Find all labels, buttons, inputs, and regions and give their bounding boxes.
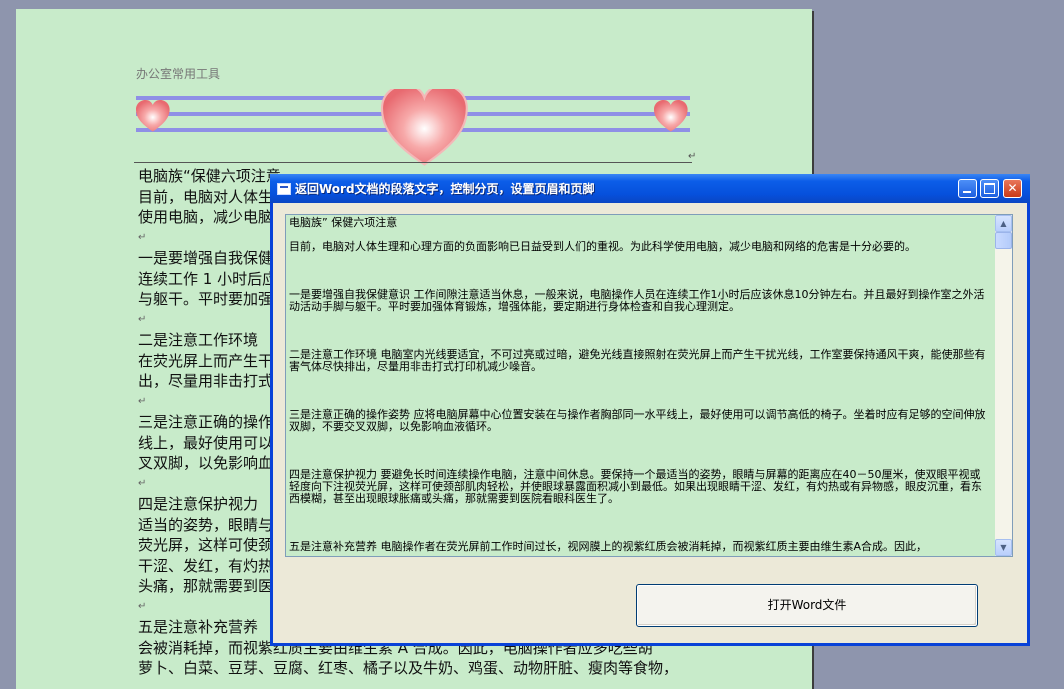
close-icon: ✕ xyxy=(1007,181,1018,195)
window-icon[interactable] xyxy=(277,183,291,195)
paragraph-text-box[interactable]: 电脑族” 保健六项注意 目前，电脑对人体生理和心理方面的负面影响已日益受到人们的… xyxy=(285,214,1013,557)
maximize-icon xyxy=(984,183,995,194)
scroll-up-icon: ▲ xyxy=(1000,219,1007,228)
maximize-button[interactable] xyxy=(980,179,999,198)
scroll-up-button[interactable]: ▲ xyxy=(995,215,1012,232)
minimize-button[interactable] xyxy=(958,179,977,198)
dialog-titlebar[interactable]: 返回Word文档的段落文字，控制分页，设置页眉和页脚 ✕ xyxy=(270,174,1030,203)
heart-decoration xyxy=(136,89,690,166)
scroll-thumb[interactable] xyxy=(995,232,1012,249)
paragraph-mark: ↵ xyxy=(688,151,697,162)
paragraph-dialog[interactable]: 返回Word文档的段落文字，控制分页，设置页眉和页脚 ✕ 电脑族” 保健六项注意… xyxy=(270,174,1030,646)
heart-icon xyxy=(136,100,170,132)
scroll-down-button[interactable]: ▼ xyxy=(995,539,1012,556)
doc-line: 萝卜、白菜、豆芽、豆腐、红枣、橘子以及牛奶、鸡蛋、动物肝脏、瘦肉等食物， xyxy=(138,659,679,677)
paragraph-text: 一是要增强自我保健意识 工作间隙注意适当休息，一般来说，电脑操作人员在连续工作1… xyxy=(289,288,985,313)
open-word-file-button[interactable]: 打开Word文件 xyxy=(636,584,978,627)
heart-icon xyxy=(654,100,688,132)
paragraph-text: 四是注意保护视力 要避免长时间连续操作电脑，注意中间休息。要保持一个最适当的姿势… xyxy=(289,468,982,505)
paragraph-text-content[interactable]: 电脑族” 保健六项注意 目前，电脑对人体生理和心理方面的负面影响已日益受到人们的… xyxy=(289,217,989,553)
paragraph-text: 三是注意正确的操作姿势 应将电脑屏幕中心位置安装在与操作者胸部同一水平线上，最好… xyxy=(289,408,986,433)
vertical-scrollbar[interactable]: ▲ ▼ xyxy=(995,215,1012,556)
paragraph-text: 二是注意工作环境 电脑室内光线要适宜，不可过亮或过暗，避免光线直接照射在荧光屏上… xyxy=(289,348,986,373)
heart-icon xyxy=(380,89,468,166)
paragraph-text: 目前，电脑对人体生理和心理方面的负面影响已日益受到人们的重视。为此科学使用电脑，… xyxy=(289,240,916,253)
page-header-text: 办公室常用工具 xyxy=(136,67,221,81)
minimize-icon xyxy=(963,191,971,193)
paragraph-text: 五是注意补充营养 电脑操作者在荧光屏前工作时间过长，视网膜上的视紫红质会被消耗掉… xyxy=(289,540,928,553)
scroll-down-icon: ▼ xyxy=(1000,543,1007,552)
dialog-title: 返回Word文档的段落文字，控制分页，设置页眉和页脚 xyxy=(295,182,595,196)
close-button[interactable]: ✕ xyxy=(1003,179,1022,198)
paragraph-text: 电脑族” 保健六项注意 xyxy=(289,216,398,229)
header-separator xyxy=(134,162,692,163)
